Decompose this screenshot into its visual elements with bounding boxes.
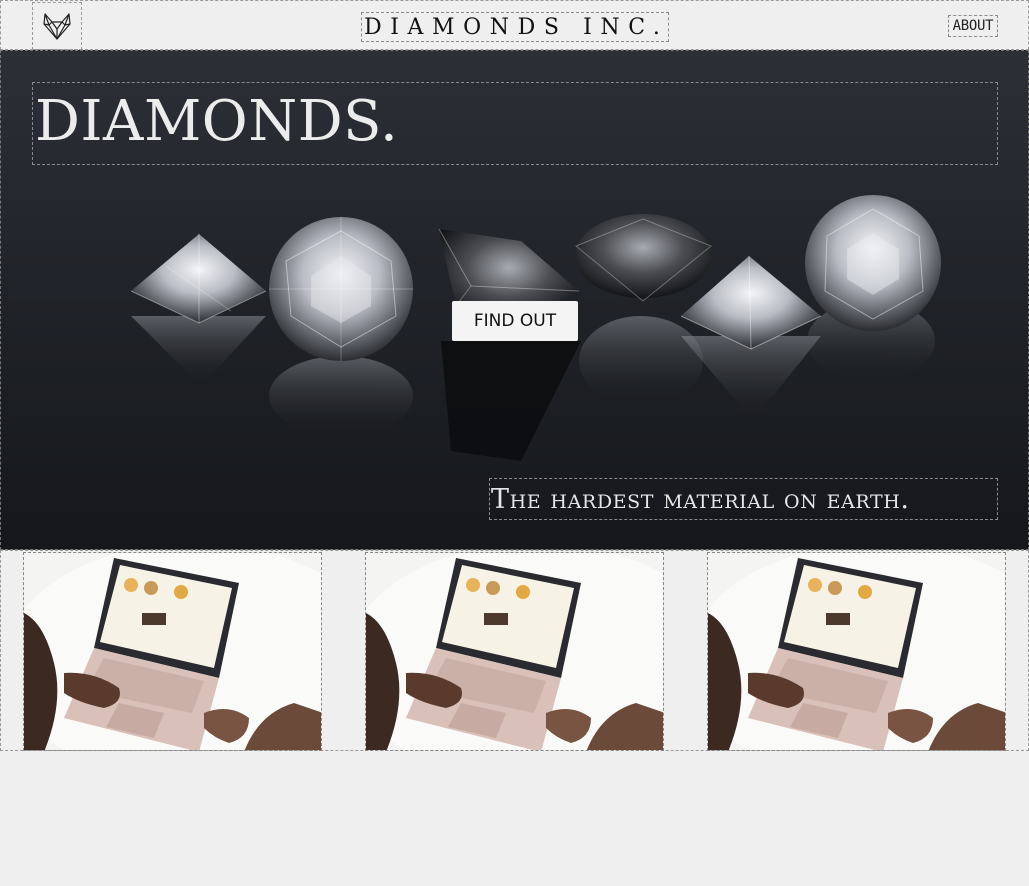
laptop-photo — [708, 553, 1005, 750]
hero-title-box: DIAMONDS. — [32, 82, 998, 165]
hero-title: DIAMONDS. — [35, 89, 399, 154]
site-header: DIAMONDS INC. ABOUT — [0, 0, 1029, 50]
card-image-2[interactable] — [365, 552, 664, 751]
hero-tagline: The hardest material on earth. — [491, 483, 910, 515]
card-image-3[interactable] — [707, 552, 1006, 751]
brand-title: DIAMONDS INC. — [361, 12, 669, 42]
about-link[interactable]: ABOUT — [948, 15, 998, 37]
card-image-1[interactable] — [23, 552, 322, 751]
tagline-box: The hardest material on earth. — [489, 478, 998, 520]
hero-banner: DIAMONDS. FIND OUT The hardest material … — [0, 50, 1029, 550]
laptop-photo — [24, 553, 321, 750]
fox-logo-icon — [43, 13, 71, 40]
logo-link[interactable] — [32, 2, 82, 50]
image-cards — [0, 550, 1029, 751]
find-out-button[interactable]: FIND OUT — [452, 301, 578, 341]
laptop-photo — [366, 553, 663, 750]
